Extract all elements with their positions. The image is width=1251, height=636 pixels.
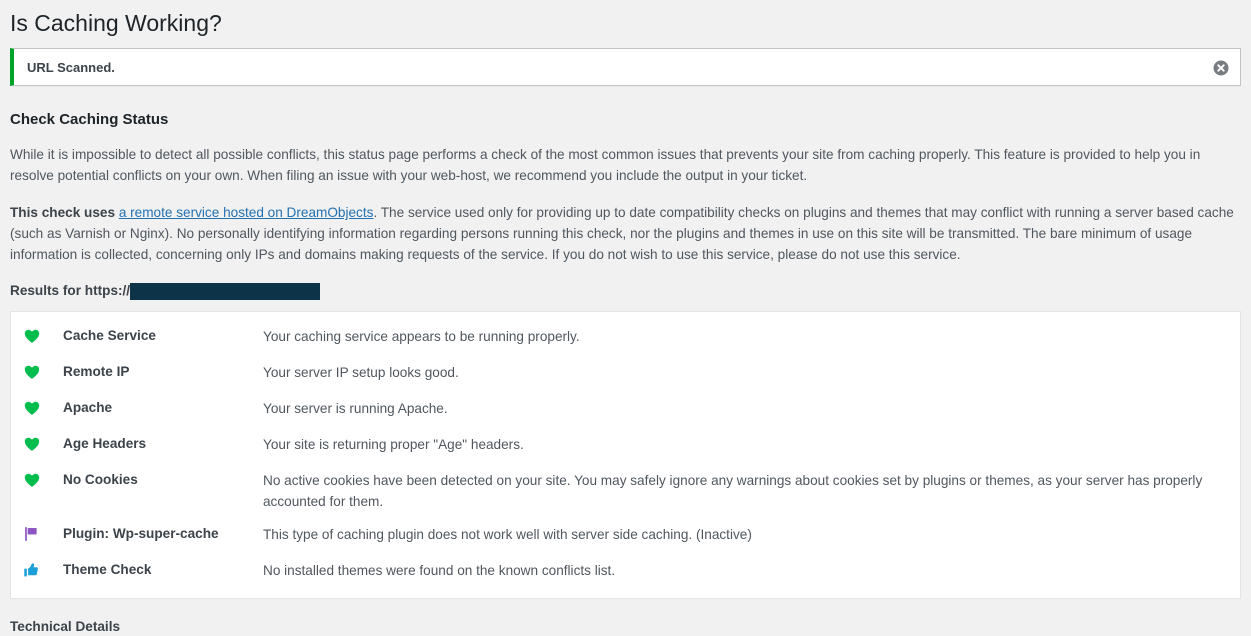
intro-paragraph-1: While it is impossible to detect all pos…: [10, 146, 1201, 183]
heart-icon: [11, 398, 63, 417]
result-label: Remote IP: [63, 363, 130, 379]
results-url-label: Results for https://: [10, 283, 131, 299]
intro-paragraph-2: This check uses a remote service hosted …: [0, 186, 1251, 265]
result-label: Theme Check: [63, 562, 152, 577]
redacted-url-bar: [130, 282, 321, 300]
result-message: No active cookies have been detected on …: [263, 472, 1203, 509]
result-message: Your server IP setup looks good.: [263, 364, 459, 380]
table-row: Age Headers Your site is returning prope…: [11, 428, 1240, 464]
heart-icon: [11, 434, 63, 453]
technical-details-heading: Technical Details: [10, 619, 121, 634]
result-message: Your caching service appears to be runni…: [263, 328, 580, 344]
result-message: This type of caching plugin does not wor…: [263, 527, 752, 542]
notice-url-scanned: URL Scanned.: [10, 47, 1241, 86]
section-heading: Check Caching Status: [10, 110, 169, 128]
dismiss-circle-icon[interactable]: [1206, 53, 1236, 83]
heart-icon: [11, 362, 63, 381]
result-label: Apache: [63, 399, 113, 415]
result-message: No installed themes were found on the kn…: [263, 563, 616, 578]
heart-icon: [11, 326, 63, 345]
table-row: Apache Your server is running Apache.: [11, 392, 1240, 428]
page-title: Is Caching Working?: [10, 10, 222, 36]
table-row: No Cookies No active cookies have been d…: [11, 464, 1240, 518]
results-url-line: Results for https://: [0, 265, 1251, 300]
thumbs-up-icon: [11, 560, 63, 579]
flag-icon: [11, 524, 63, 543]
table-row: Plugin: Wp-super-cache This type of cach…: [11, 518, 1240, 554]
result-message: Your server is running Apache.: [263, 400, 448, 416]
result-label: No Cookies: [63, 471, 138, 487]
results-panel: Cache Service Your caching service appea…: [10, 310, 1241, 599]
result-message: Your site is returning proper "Age" head…: [263, 436, 524, 452]
table-row: Theme Check No installed themes were fou…: [11, 554, 1240, 590]
intro-paragraph-2-lead: This check uses: [10, 205, 119, 221]
result-label: Plugin: Wp-super-cache: [63, 526, 219, 541]
dreamobjects-service-link[interactable]: a remote service hosted on DreamObjects: [119, 205, 374, 220]
notice-text: URL Scanned.: [27, 59, 115, 75]
table-row: Remote IP Your server IP setup looks goo…: [11, 356, 1240, 392]
result-label: Age Headers: [63, 435, 147, 451]
result-label: Cache Service: [63, 327, 156, 343]
heart-icon: [11, 470, 63, 489]
table-row: Cache Service Your caching service appea…: [11, 320, 1240, 356]
